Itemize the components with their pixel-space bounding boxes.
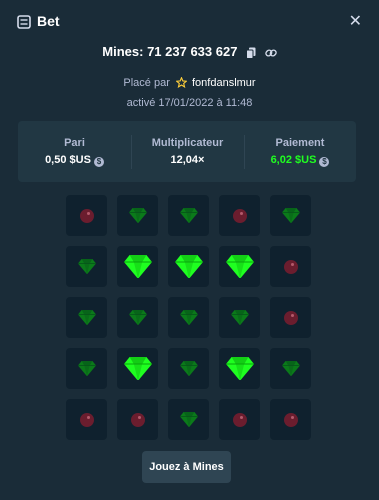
gem-icon xyxy=(77,258,96,275)
gem-icon xyxy=(128,309,147,326)
mines-tile[interactable] xyxy=(117,348,158,389)
stat-multiplier-label: Multiplicateur xyxy=(151,137,224,149)
gem-icon xyxy=(281,360,300,377)
mine-icon xyxy=(79,412,94,427)
mine-icon xyxy=(130,412,145,427)
gem-icon xyxy=(174,254,203,279)
stat-payout-label: Paiement xyxy=(275,137,325,149)
placed-by-prefix: Placé par xyxy=(123,77,170,89)
mines-tile[interactable] xyxy=(168,195,209,236)
coin-icon: $ xyxy=(319,157,330,167)
mines-tile[interactable] xyxy=(270,246,311,287)
gem-icon xyxy=(225,254,254,279)
mine-icon xyxy=(232,208,247,223)
mines-tile[interactable] xyxy=(168,297,209,338)
stat-multiplier-value: 12,04× xyxy=(170,154,205,166)
mines-tile[interactable] xyxy=(219,348,260,389)
mines-tile[interactable] xyxy=(270,297,311,338)
copy-icon[interactable] xyxy=(246,47,256,59)
activated-timestamp: activé 17/01/2022 à 11:48 xyxy=(126,97,253,109)
placed-by-user[interactable]: fonfdanslmur xyxy=(192,77,256,89)
stat-payout: Paiement 6,02 $US $ xyxy=(244,121,356,182)
bet-id-line: Mines: 71 237 633 627 xyxy=(0,44,379,60)
mines-grid xyxy=(66,195,311,440)
link-icon[interactable] xyxy=(264,47,277,59)
mines-tile[interactable] xyxy=(117,297,158,338)
mines-tile[interactable] xyxy=(168,246,209,287)
gem-icon xyxy=(179,411,198,428)
mine-icon xyxy=(283,259,298,274)
gem-icon xyxy=(179,360,198,377)
mine-icon xyxy=(283,310,298,325)
mines-tile[interactable] xyxy=(66,297,107,338)
stat-payout-value: 6,02 $US $ xyxy=(244,154,356,167)
mines-tile[interactable] xyxy=(270,399,311,440)
mines-tile[interactable] xyxy=(168,348,209,389)
stat-payout-amount: 6,02 $US xyxy=(270,154,317,166)
bet-ticket-icon xyxy=(17,15,31,29)
gem-icon xyxy=(123,356,152,381)
mines-tile[interactable] xyxy=(219,195,260,236)
star-icon xyxy=(175,77,187,88)
mine-icon xyxy=(283,412,298,427)
mines-tile[interactable] xyxy=(66,246,107,287)
stat-bet-label: Pari xyxy=(64,137,85,149)
gem-icon xyxy=(225,356,254,381)
mines-tile[interactable] xyxy=(66,348,107,389)
bet-stats-panel: Pari 0,50 $US $ Multiplicateur 12,04× Pai… xyxy=(18,121,356,182)
close-icon[interactable]: ✕ xyxy=(349,11,362,31)
gem-icon xyxy=(77,309,96,326)
gem-icon xyxy=(128,207,147,224)
gem-icon xyxy=(123,254,152,279)
mines-tile[interactable] xyxy=(168,399,209,440)
mines-tile[interactable] xyxy=(219,297,260,338)
mines-tile[interactable] xyxy=(219,399,260,440)
gem-icon xyxy=(179,207,198,224)
bet-id-label: Mines: 71 237 633 627 xyxy=(102,44,238,59)
gem-icon xyxy=(281,207,300,224)
mines-tile[interactable] xyxy=(270,348,311,389)
gem-icon xyxy=(77,360,96,377)
gem-icon xyxy=(230,309,249,326)
mine-icon xyxy=(232,412,247,427)
mines-tile[interactable] xyxy=(66,399,107,440)
gem-icon xyxy=(179,309,198,326)
mines-tile[interactable] xyxy=(270,195,311,236)
modal-header: Bet ✕ xyxy=(0,0,379,44)
stat-bet: Pari 0,50 $US $ xyxy=(18,121,131,182)
stat-bet-value: 0,50 $US $ xyxy=(18,154,131,167)
stat-multiplier: Multiplicateur 12,04× xyxy=(131,121,244,182)
mines-tile[interactable] xyxy=(117,195,158,236)
coin-icon: $ xyxy=(93,157,104,167)
mines-tile[interactable] xyxy=(117,399,158,440)
modal-title: Bet xyxy=(37,13,60,29)
mines-tile[interactable] xyxy=(219,246,260,287)
mine-icon xyxy=(79,208,94,223)
play-mines-button[interactable]: Jouez à Mines xyxy=(142,451,231,483)
placed-by-line: Placé par fonfdanslmur xyxy=(0,76,379,90)
mines-tile[interactable] xyxy=(117,246,158,287)
mines-tile[interactable] xyxy=(66,195,107,236)
stat-bet-amount: 0,50 $US xyxy=(45,154,91,166)
